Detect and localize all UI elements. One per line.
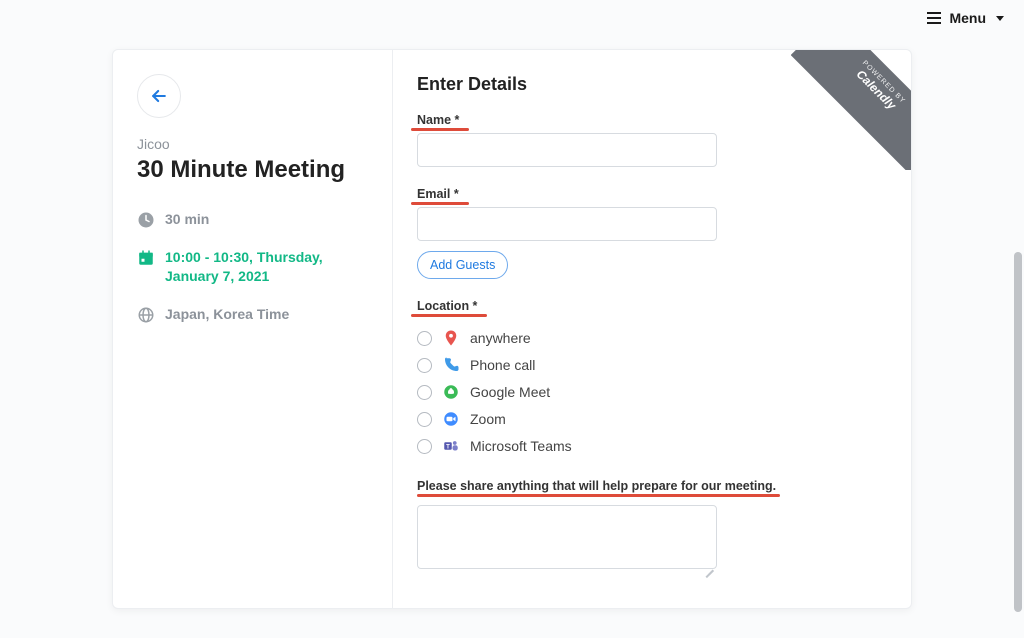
- arrow-left-icon: [149, 86, 169, 106]
- menu-label: Menu: [949, 10, 986, 26]
- location-label-text: Phone call: [470, 357, 535, 373]
- calendar-icon: [137, 249, 155, 267]
- organizer-name: Jicoo: [137, 136, 368, 152]
- globe-icon: [137, 306, 155, 324]
- location-option-anywhere[interactable]: anywhere: [417, 329, 881, 347]
- radio-icon: [417, 439, 432, 454]
- page-scrollbar[interactable]: [1014, 0, 1022, 638]
- email-input[interactable]: [417, 207, 717, 241]
- scrollbar-thumb[interactable]: [1014, 252, 1022, 612]
- datetime-text: 10:00 - 10:30, Thursday, January 7, 2021: [165, 248, 368, 287]
- notes-textarea[interactable]: [417, 505, 717, 569]
- summary-pane: Jicoo 30 Minute Meeting 30 min 10:00 - 1…: [113, 50, 393, 608]
- name-label: Name *: [417, 113, 459, 127]
- radio-icon: [417, 385, 432, 400]
- google-meet-icon: [442, 383, 460, 401]
- location-option-teams[interactable]: T Microsoft Teams: [417, 437, 881, 455]
- zoom-icon: [442, 410, 460, 428]
- location-option-phone[interactable]: Phone call: [417, 356, 881, 374]
- location-label-text: Google Meet: [470, 384, 550, 400]
- pin-icon: [442, 329, 460, 347]
- resize-grip-icon: [704, 561, 714, 571]
- hamburger-icon: [927, 12, 941, 24]
- location-option-meet[interactable]: Google Meet: [417, 383, 881, 401]
- booking-card: Jicoo 30 Minute Meeting 30 min 10:00 - 1…: [112, 49, 912, 609]
- name-input[interactable]: [417, 133, 717, 167]
- notes-label: Please share anything that will help pre…: [417, 479, 776, 493]
- form-heading: Enter Details: [417, 74, 881, 95]
- clock-icon: [137, 211, 155, 229]
- location-label-text: anywhere: [470, 330, 531, 346]
- timezone-text: Japan, Korea Time: [165, 305, 289, 325]
- teams-icon: T: [442, 437, 460, 455]
- chevron-down-icon: [996, 16, 1004, 21]
- email-label: Email *: [417, 187, 459, 201]
- location-option-zoom[interactable]: Zoom: [417, 410, 881, 428]
- phone-icon: [442, 356, 460, 374]
- back-button[interactable]: [137, 74, 181, 118]
- radio-icon: [417, 412, 432, 427]
- menu-button[interactable]: Menu: [927, 10, 1004, 26]
- location-radio-group: anywhere Phone call Google Meet: [417, 329, 881, 455]
- duration-text: 30 min: [165, 210, 209, 230]
- radio-icon: [417, 358, 432, 373]
- form-pane: Enter Details Name * Email * Add Guests …: [393, 50, 911, 608]
- radio-icon: [417, 331, 432, 346]
- location-label-text: Zoom: [470, 411, 506, 427]
- location-label-text: Microsoft Teams: [470, 438, 572, 454]
- add-guests-button[interactable]: Add Guests: [417, 251, 508, 279]
- location-label: Location *: [417, 299, 477, 313]
- svg-text:T: T: [446, 444, 450, 450]
- meeting-title: 30 Minute Meeting: [137, 156, 368, 184]
